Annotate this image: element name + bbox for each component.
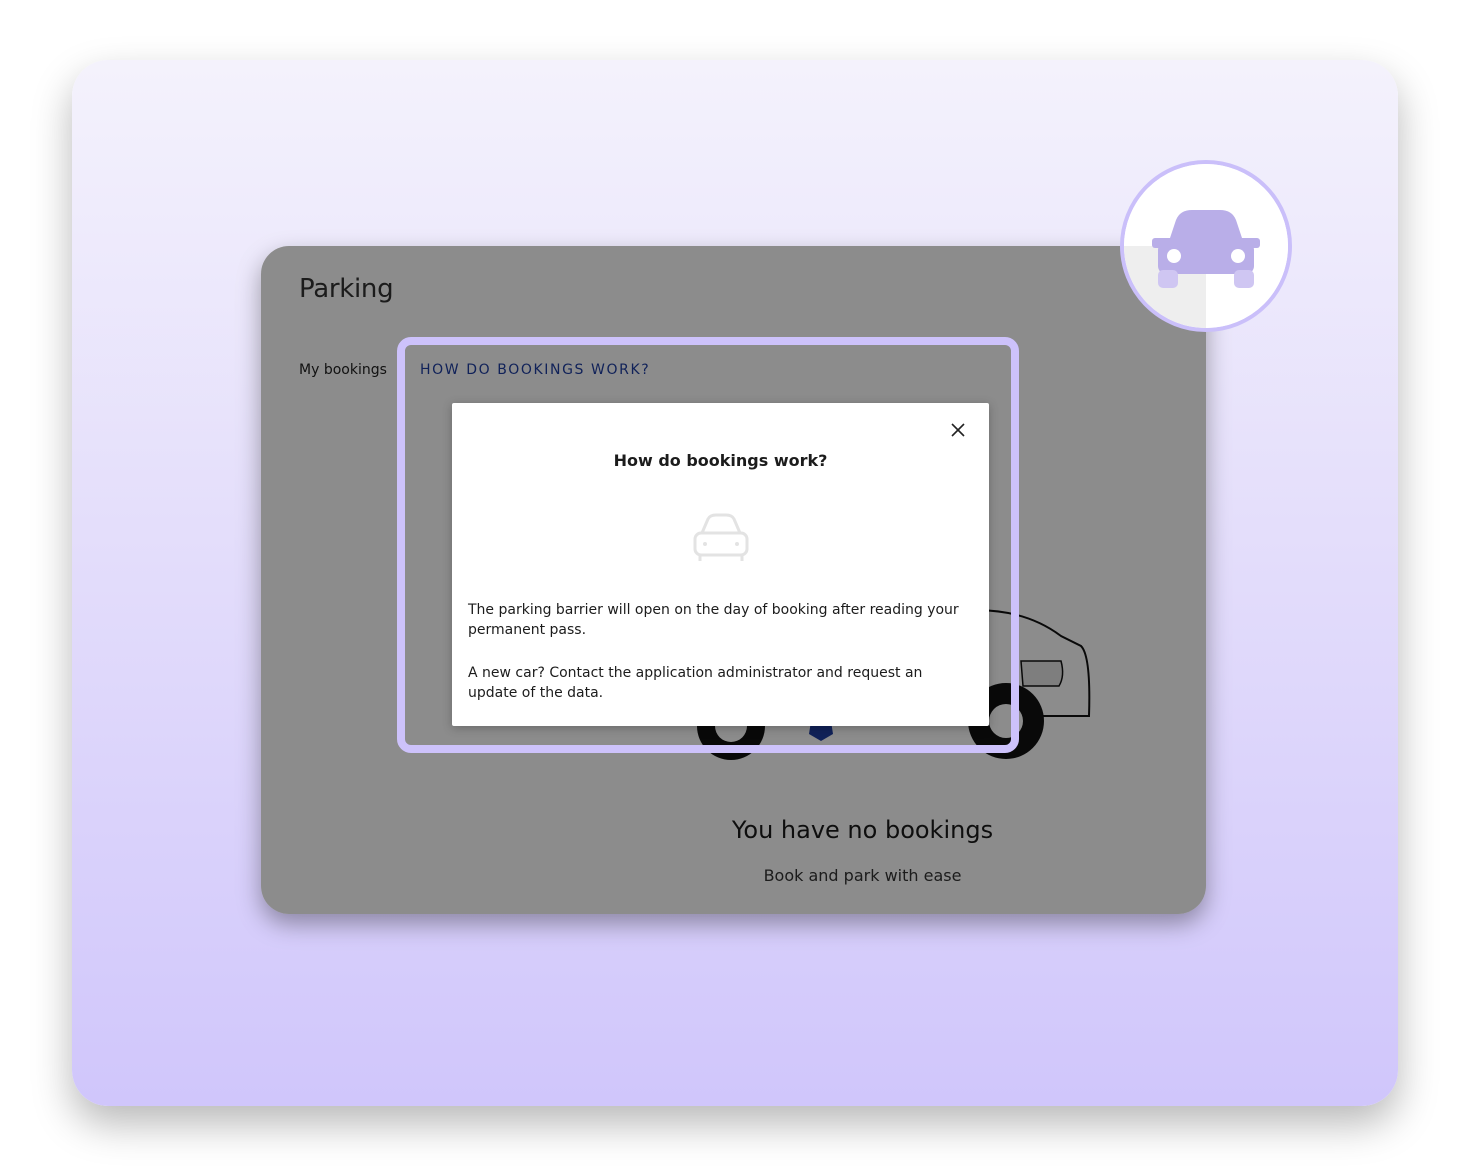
car-icon — [693, 513, 749, 561]
dialog-paragraph-new-car: A new car? Contact the application admin… — [468, 665, 923, 701]
dialog-paragraph-barrier: The parking barrier will open on the day… — [468, 602, 959, 638]
car-icon — [1124, 164, 1288, 328]
how-bookings-work-dialog: How do bookings work? The parking barrie… — [452, 403, 989, 726]
dialog-title: How do bookings work? — [613, 451, 828, 470]
car-badge — [1120, 160, 1292, 332]
close-icon[interactable] — [947, 419, 969, 441]
